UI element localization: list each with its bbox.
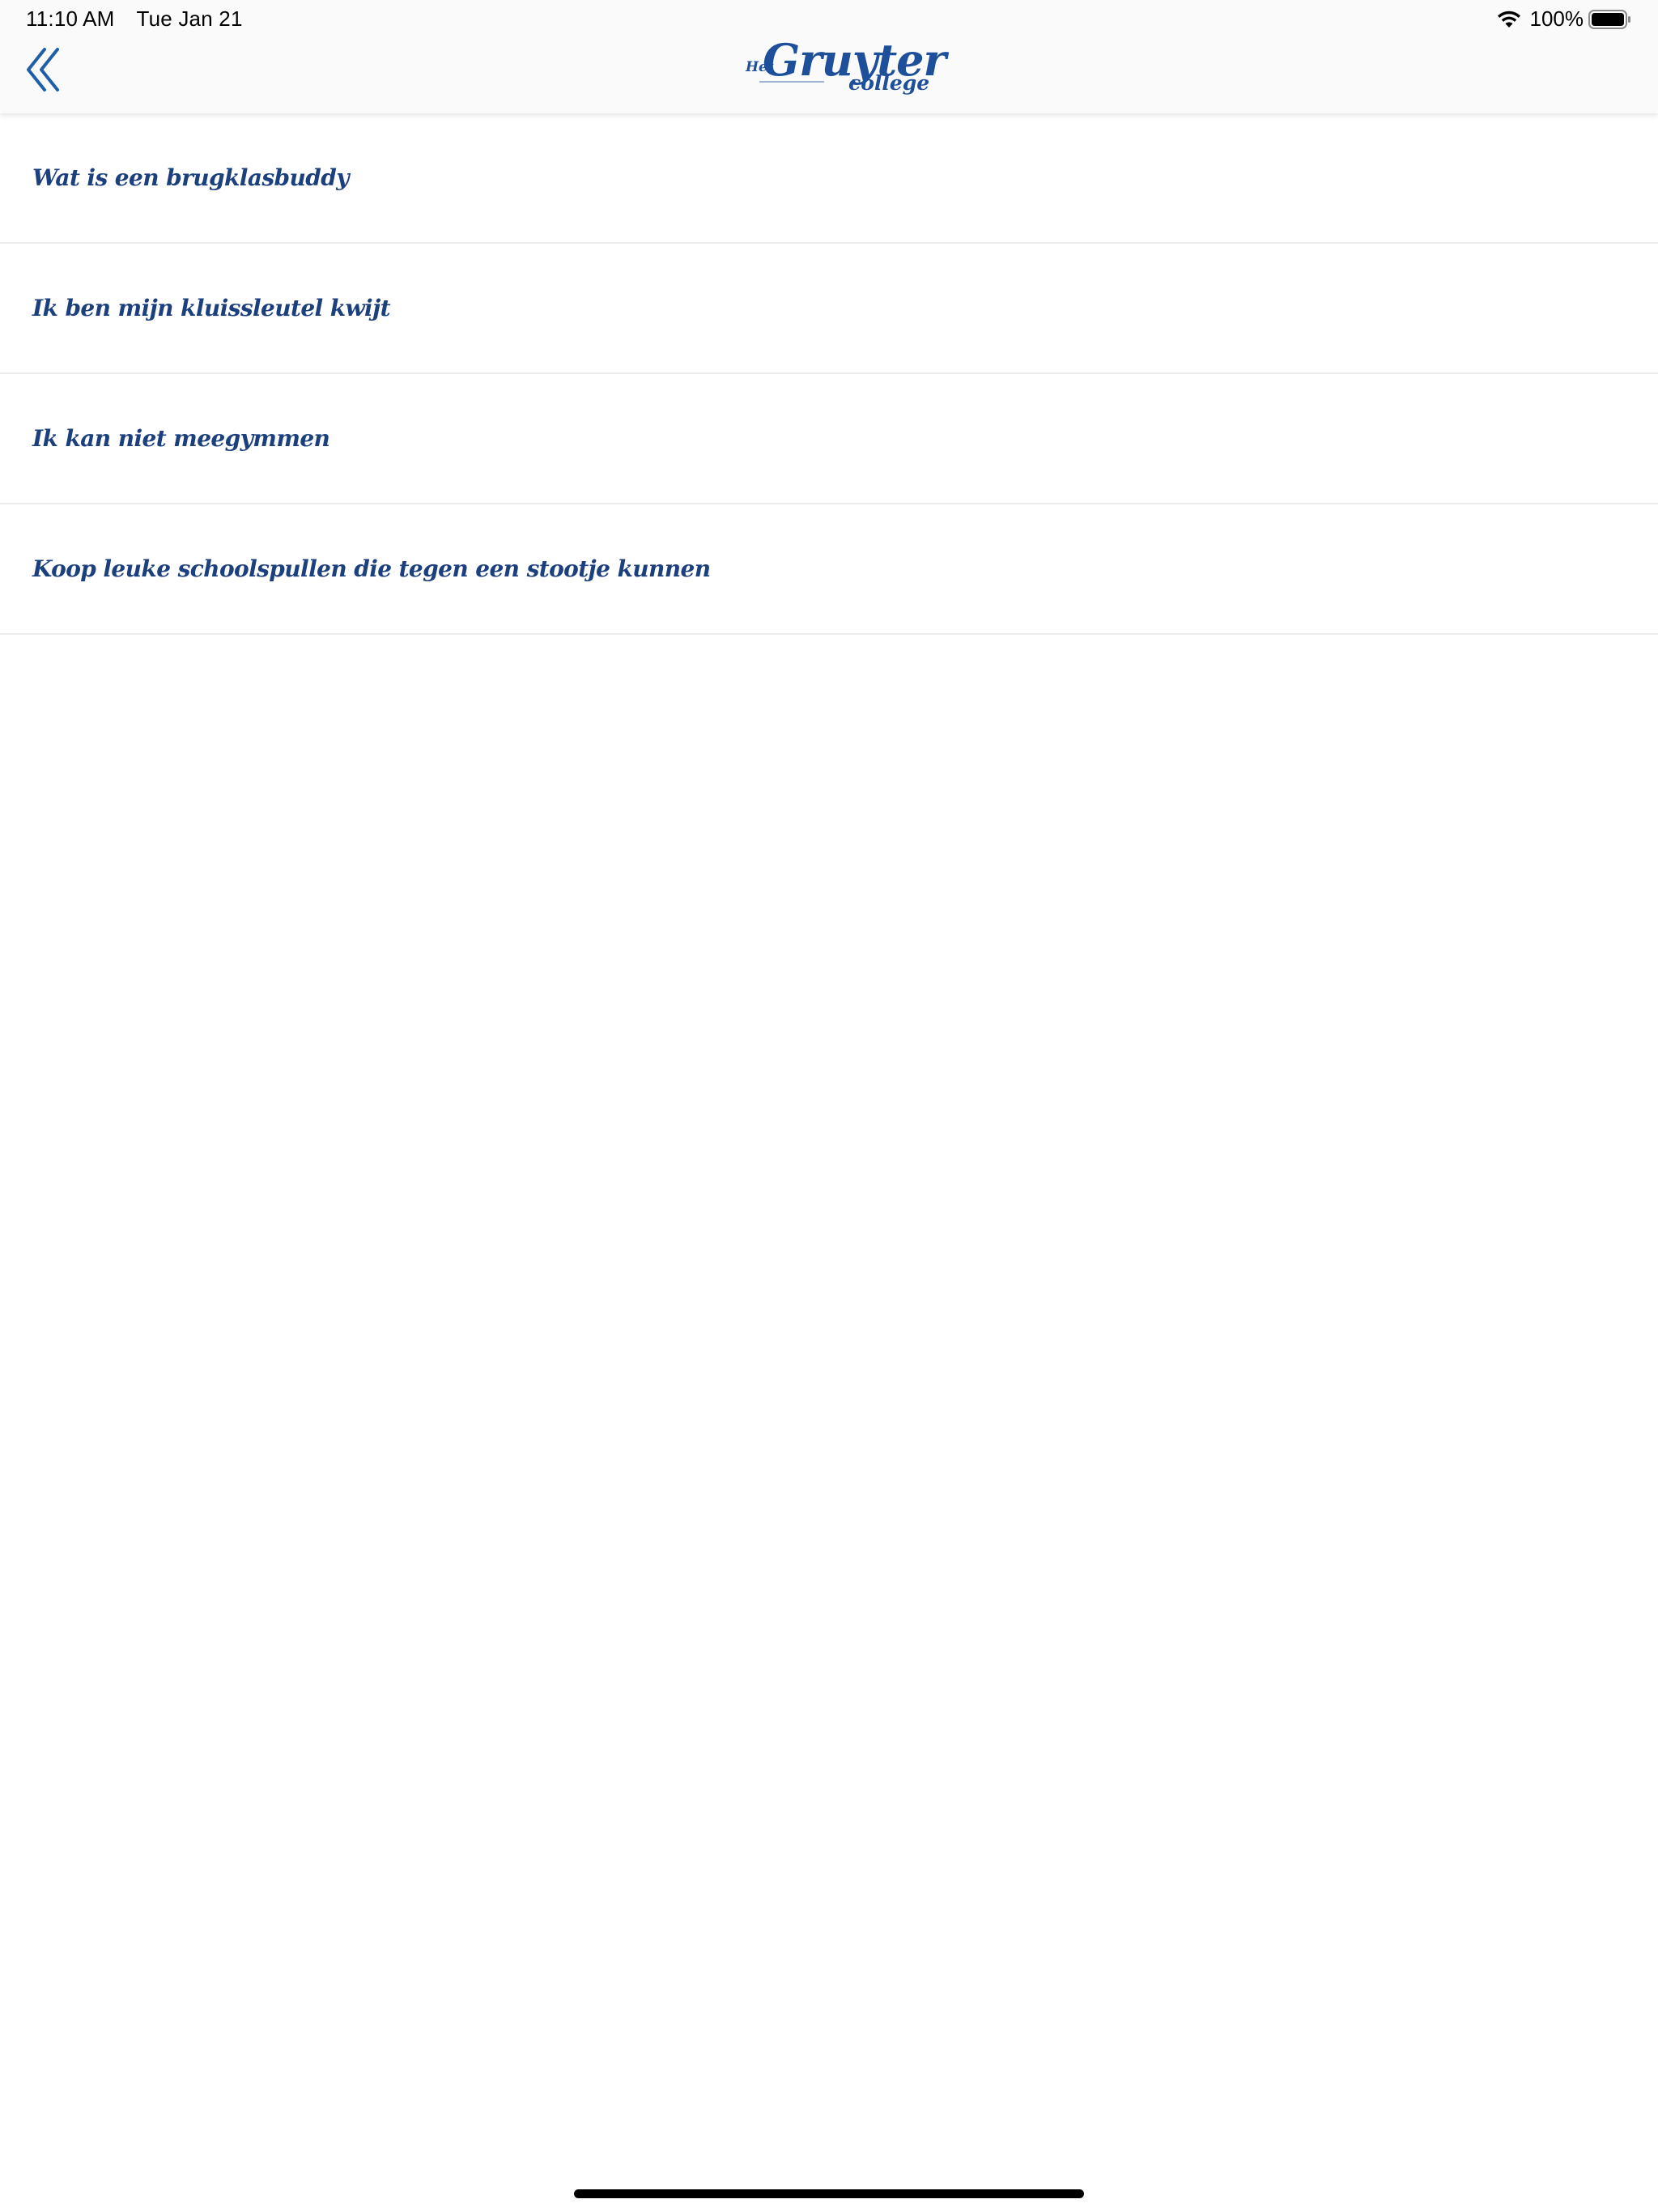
logo-underline xyxy=(759,81,824,83)
logo-suffix: college xyxy=(848,71,930,95)
navigation-bar: Het Gruyter college xyxy=(0,34,1658,113)
wifi-icon xyxy=(1497,11,1520,28)
list-item-label: Wat is een brugklasbuddy xyxy=(32,164,349,191)
list-item-label: Ik kan niet meegymmen xyxy=(32,425,330,452)
list-item-kluissleutel[interactable]: Ik ben mijn kluissleutel kwijt xyxy=(0,244,1658,374)
list-item-meegymmen[interactable]: Ik kan niet meegymmen xyxy=(0,374,1658,504)
list-item-label: Ik ben mijn kluissleutel kwijt xyxy=(32,295,391,321)
list-item-schoolspullen[interactable]: Koop leuke schoolspullen die tegen een s… xyxy=(0,504,1658,635)
battery-icon xyxy=(1588,9,1630,29)
app-screen: 11:10 AM Tue Jan 21 100% Het Gruyter col… xyxy=(0,0,1658,2212)
status-right: 100% xyxy=(1496,6,1633,32)
double-chevron-left-icon xyxy=(27,48,59,91)
list-item-brugklasbuddy[interactable]: Wat is een brugklasbuddy xyxy=(0,113,1658,244)
school-logo: Het Gruyter college xyxy=(743,34,946,110)
list-item-label: Koop leuke schoolspullen die tegen een s… xyxy=(32,555,711,582)
status-left: 11:10 AM Tue Jan 21 xyxy=(26,6,259,32)
status-date: Tue Jan 21 xyxy=(136,6,243,31)
back-button[interactable] xyxy=(21,42,66,97)
home-indicator[interactable] xyxy=(574,2189,1084,2198)
status-time: 11:10 AM xyxy=(26,6,115,31)
faq-list: Wat is een brugklasbuddy Ik ben mijn klu… xyxy=(0,113,1658,635)
status-bar: 11:10 AM Tue Jan 21 100% xyxy=(0,0,1658,37)
battery-percent: 100% xyxy=(1529,6,1584,31)
